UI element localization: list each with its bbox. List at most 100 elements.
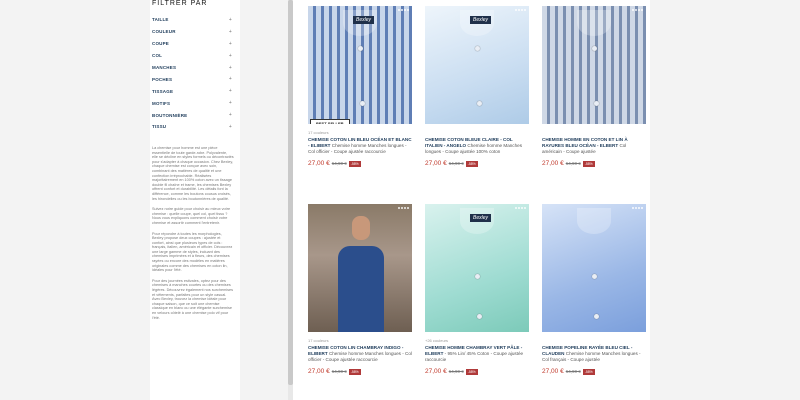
sale-price: 27,00 € xyxy=(425,368,447,375)
collar-shape xyxy=(577,10,611,36)
carousel-dots[interactable] xyxy=(398,207,409,209)
shirt-button xyxy=(594,101,599,106)
price-row: 27,00 €64,90 € -58% xyxy=(308,368,412,375)
filter-label: COULEUR xyxy=(152,29,176,35)
collar-shape xyxy=(577,208,611,234)
product-card[interactable]: Bexley +26 couleurs CHEMISE HOMME CHAMBRAY… xyxy=(425,204,529,375)
product-card[interactable]: Bexley CHEMISE COTON BLEUE CLAIRE - COL I… xyxy=(425,6,529,167)
product-title-block[interactable]: CHEMISE COTON LIN CHAMBRAY INDIGO - ELIB… xyxy=(308,345,412,363)
product-title-block[interactable]: CHEMISE HOMME EN COTON ET LIN À RAYURES … xyxy=(542,137,646,155)
filter-item[interactable]: MANCHES + xyxy=(152,62,232,74)
filter-label: BOUTONNIÈRE xyxy=(152,112,188,118)
original-price: 64,90 € xyxy=(448,369,464,374)
carousel-dots[interactable] xyxy=(515,9,526,11)
price-row: 27,00 €64,90 € -58% xyxy=(542,368,646,375)
brand-label: Bexley xyxy=(470,214,492,222)
filter-item[interactable]: POCHES + xyxy=(152,73,232,85)
price-row: 27,00 €64,90 € -58% xyxy=(425,160,529,167)
filter-list: TAILLE + COULEUR + COUPE + COL + MANCHES + POCHES +… xyxy=(152,14,232,133)
plus-icon[interactable]: + xyxy=(229,100,232,106)
original-price: 64,90 € xyxy=(448,161,464,166)
plus-icon[interactable]: + xyxy=(229,53,232,59)
plus-icon[interactable]: + xyxy=(229,17,232,23)
product-title[interactable]: CHEMISE HOMME EN COTON ET LIN À RAYURES … xyxy=(542,137,628,148)
sale-price: 27,00 € xyxy=(542,160,564,167)
plus-icon[interactable]: + xyxy=(229,76,232,82)
filter-item[interactable]: COUPE + xyxy=(152,38,232,50)
shirt-button xyxy=(594,314,599,319)
plus-icon[interactable]: + xyxy=(229,65,232,71)
original-price: 64,90 € xyxy=(331,161,347,166)
shirt-button xyxy=(592,46,597,51)
color-count: +26 couleurs xyxy=(425,338,449,343)
filter-item[interactable]: TISSAGE + xyxy=(152,85,232,97)
product-card[interactable]: CHEMISE HOMME EN COTON ET LIN À RAYURES … xyxy=(542,6,646,167)
filter-label: POCHES xyxy=(152,76,173,82)
category-description: La chemise pour homme est une pièce esse… xyxy=(152,146,234,326)
product-card[interactable]: Bexley BEST SELLER 17 couleurs CHEMISE COTO… xyxy=(308,6,412,167)
product-image[interactable]: Bexley xyxy=(425,204,529,332)
product-card[interactable]: 17 couleurs CHEMISE COTON LIN CHAMBRAY IN… xyxy=(308,204,412,375)
filter-label: MANCHES xyxy=(152,65,177,70)
color-count xyxy=(542,338,646,345)
discount-badge: -58% xyxy=(465,160,478,167)
discount-badge: -58% xyxy=(348,368,361,375)
carousel-dots[interactable] xyxy=(632,207,643,209)
original-price: 64,90 € xyxy=(565,369,581,374)
product-title-block[interactable]: CHEMISE POPELINE RAYÉE BLEU CIEL - CLAUD… xyxy=(542,345,646,363)
shirt-button xyxy=(475,46,480,51)
model-face xyxy=(352,216,370,240)
product-grid: Bexley BEST SELLER 17 couleurs CHEMISE COTO… xyxy=(293,0,650,400)
brand-label: Bexley xyxy=(353,16,375,24)
product-image[interactable] xyxy=(308,204,412,332)
filter-item[interactable]: MOTIFS + xyxy=(152,97,232,109)
product-title-block[interactable]: CHEMISE HOMME CHAMBRAY VERT PÂLE - ELBER… xyxy=(425,345,529,363)
color-count xyxy=(425,130,529,137)
shirt-button xyxy=(358,46,363,51)
filter-title: FILTRER PAR xyxy=(152,0,208,7)
color-count xyxy=(542,130,646,137)
filter-item[interactable]: TISSU + xyxy=(152,121,232,133)
product-image[interactable]: Bexley BEST SELLER xyxy=(308,6,412,124)
product-image[interactable] xyxy=(542,6,646,124)
price-row: 27,00 €64,90 € -58% xyxy=(425,368,529,375)
carousel-dots[interactable] xyxy=(515,207,526,209)
description-paragraph: La chemise pour homme est une pièce esse… xyxy=(152,146,234,201)
plus-icon[interactable]: + xyxy=(229,41,232,47)
plus-icon[interactable]: + xyxy=(229,88,232,94)
discount-badge: -58% xyxy=(348,160,361,167)
carousel-dots[interactable] xyxy=(632,9,643,11)
shirt-button xyxy=(475,274,480,279)
plus-icon[interactable]: + xyxy=(229,29,232,35)
shirt-button xyxy=(360,101,365,106)
product-image[interactable]: Bexley xyxy=(425,6,529,124)
color-count: 17 couleurs xyxy=(308,338,329,343)
description-paragraph: Pour des journées estivales, optez pour … xyxy=(152,278,234,320)
product-card[interactable]: CHEMISE POPELINE RAYÉE BLEU CIEL - CLAUD… xyxy=(542,204,646,375)
discount-badge: -58% xyxy=(582,368,595,375)
filter-label: MOTIFS xyxy=(152,100,171,106)
filter-item[interactable]: TAILLE + xyxy=(152,14,232,26)
sale-price: 27,00 € xyxy=(308,368,330,375)
carousel-dots[interactable] xyxy=(398,9,409,11)
plus-icon[interactable]: + xyxy=(229,124,232,130)
plus-icon[interactable]: + xyxy=(229,112,232,118)
shirt-button xyxy=(477,314,482,319)
sale-price: 27,00 € xyxy=(308,160,330,167)
product-title-block[interactable]: CHEMISE COTON LIN BLEU OCÉAN ET BLANC - … xyxy=(308,137,412,155)
filter-item[interactable]: BOUTONNIÈRE + xyxy=(152,109,232,121)
product-title-block[interactable]: CHEMISE COTON BLEUE CLAIRE - COL ITALIEN… xyxy=(425,137,529,155)
sale-price: 27,00 € xyxy=(542,368,564,375)
page: FILTRER PAR TAILLE + COULEUR + COUPE + COL + MAN… xyxy=(0,0,800,400)
original-price: 64,90 € xyxy=(565,161,581,166)
filter-label: COUPE xyxy=(152,41,170,47)
color-count: 17 couleurs xyxy=(308,130,329,135)
filter-label: TAILLE xyxy=(152,17,169,23)
filter-item[interactable]: COULEUR + xyxy=(152,26,232,38)
description-paragraph: Pour répondre à toutes les morphologies,… xyxy=(152,231,233,273)
discount-badge: -58% xyxy=(582,160,595,167)
best-seller-badge: BEST SELLER xyxy=(310,119,350,124)
sale-price: 27,00 € xyxy=(425,160,447,167)
filter-item[interactable]: COL + xyxy=(152,50,232,62)
product-image[interactable] xyxy=(542,204,646,332)
